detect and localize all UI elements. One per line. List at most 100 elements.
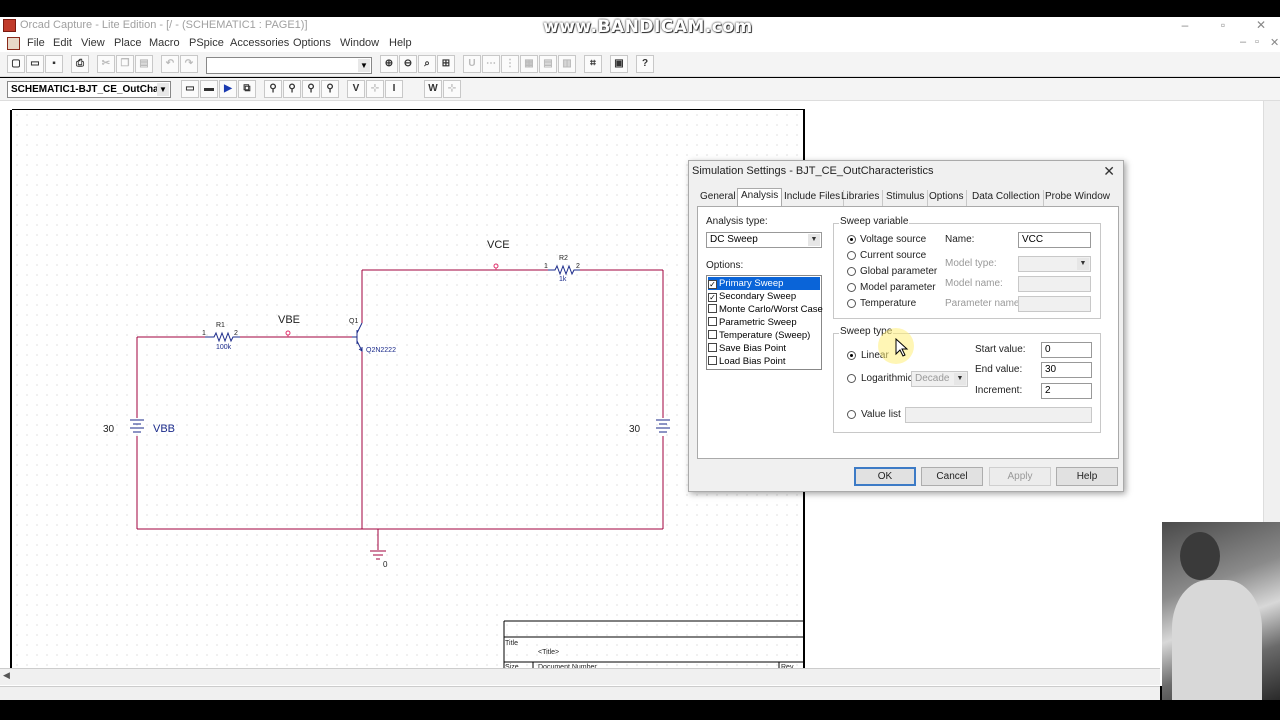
ground-label[interactable]: 0 [383, 560, 388, 569]
dialog-title: Simulation Settings - BJT_CE_OutCharacte… [692, 165, 934, 177]
end-value-label: End value: [975, 364, 1023, 375]
parameter-name-field[interactable] [1018, 296, 1091, 312]
checkbox-icon[interactable] [708, 304, 717, 313]
end-value-field[interactable]: 30 [1041, 362, 1092, 378]
net-marker[interactable] [493, 263, 499, 269]
chevron-down-icon[interactable]: ▼ [1077, 258, 1089, 270]
value-list-label[interactable]: Value list [861, 409, 901, 420]
net-marker[interactable] [285, 330, 291, 336]
title-block-title-label: Title [505, 640, 518, 647]
radio-voltage-source[interactable] [847, 235, 856, 244]
checkbox-icon[interactable] [708, 343, 717, 352]
chevron-down-icon[interactable]: ▼ [954, 373, 966, 385]
apply-button[interactable]: Apply [989, 467, 1051, 486]
start-value-label: Start value: [975, 344, 1026, 355]
maximize-icon[interactable]: ▫ [1206, 17, 1240, 35]
radio-logarithmic[interactable] [847, 374, 856, 383]
webcam-overlay [1162, 522, 1280, 700]
tab-libraries[interactable]: Libraries [838, 190, 884, 206]
source-value-vcc[interactable]: 30 [629, 424, 641, 435]
mdi-minimize-icon[interactable]: – [1240, 36, 1246, 48]
option-load-bias-point[interactable]: Load Bias Point [708, 355, 820, 368]
source-name-vbb[interactable]: VBB [153, 423, 175, 435]
radio-value-list[interactable] [847, 410, 856, 419]
model-name-label: Model name: [945, 278, 1003, 289]
value-r1[interactable]: 100k [216, 344, 232, 351]
option-save-bias-point[interactable]: Save Bias Point [708, 342, 820, 355]
minimize-icon[interactable]: – [1168, 17, 1202, 35]
title-block[interactable] [503, 620, 805, 668]
checkbox-checked-icon[interactable]: ✓ [708, 293, 717, 302]
tab-general[interactable]: General [697, 190, 740, 206]
source-value-vbb[interactable]: 30 [103, 424, 115, 435]
tab-analysis[interactable]: Analysis [737, 188, 783, 207]
ref-q1[interactable]: Q1 [349, 318, 358, 325]
checkbox-icon[interactable] [708, 317, 717, 326]
tab-stimulus[interactable]: Stimulus [883, 190, 929, 206]
radio-linear[interactable] [847, 351, 856, 360]
ok-button[interactable]: OK [854, 467, 916, 486]
simulation-settings-dialog: Simulation Settings - BJT_CE_OutCharacte… [688, 160, 1124, 492]
temperature-label[interactable]: Temperature [860, 298, 916, 309]
title-block-title-value[interactable]: <Title> [538, 649, 559, 656]
tab-options[interactable]: Options [926, 190, 968, 206]
analysis-type-select[interactable]: DC Sweep ▼ [706, 232, 822, 248]
analysis-type-value: DC Sweep [710, 234, 758, 245]
radio-model-parameter[interactable] [847, 283, 856, 292]
radio-temperature[interactable] [847, 299, 856, 308]
transistor-q1[interactable] [352, 322, 363, 352]
scroll-left-icon[interactable]: ◀ [3, 670, 10, 681]
pin-label: 1 [544, 263, 548, 270]
close-icon[interactable]: ✕ [1103, 163, 1115, 180]
ref-r1[interactable]: R1 [216, 322, 225, 329]
chevron-down-icon[interactable]: ▼ [808, 234, 820, 246]
battery-vcc[interactable] [656, 419, 670, 433]
name-field[interactable]: VCC [1018, 232, 1091, 248]
model-name-field[interactable] [1018, 276, 1091, 292]
option-secondary-sweep[interactable]: ✓ Secondary Sweep [708, 290, 820, 303]
model-q1[interactable]: Q2N2222 [366, 347, 396, 354]
status-bar [0, 686, 1160, 700]
tab-data-collection[interactable]: Data Collection [969, 190, 1044, 206]
dialog-tabs: General Analysis Include Files Libraries… [697, 188, 1117, 207]
start-value-field[interactable]: 0 [1041, 342, 1092, 358]
radio-global-parameter[interactable] [847, 267, 856, 276]
tab-include-files[interactable]: Include Files [781, 190, 845, 206]
option-monte-carlo[interactable]: Monte Carlo/Worst Case [708, 303, 823, 316]
close-window-icon[interactable]: ✕ [1244, 17, 1278, 35]
model-type-label: Model type: [945, 258, 997, 269]
global-parameter-label[interactable]: Global parameter [860, 266, 937, 277]
battery-vbb[interactable] [130, 419, 144, 433]
net-label-vbe[interactable]: VBE [278, 314, 300, 326]
voltage-source-label[interactable]: Voltage source [860, 234, 926, 245]
cancel-button[interactable]: Cancel [921, 467, 983, 486]
name-label: Name: [945, 234, 975, 245]
value-r2[interactable]: 1k [559, 276, 567, 283]
option-primary-sweep[interactable]: ✓ Primary Sweep [708, 277, 820, 290]
radio-current-source[interactable] [847, 251, 856, 260]
checkbox-icon[interactable] [708, 356, 717, 365]
current-source-label[interactable]: Current source [860, 250, 926, 261]
value-list-field[interactable] [905, 407, 1092, 423]
option-parametric-sweep[interactable]: Parametric Sweep [708, 316, 820, 329]
checkbox-checked-icon[interactable]: ✓ [708, 280, 717, 289]
increment-field[interactable]: 2 [1041, 383, 1092, 399]
net-label-vce[interactable]: VCE [487, 239, 510, 251]
tab-probe-window[interactable]: Probe Window [1042, 190, 1113, 206]
help-button[interactable]: Help [1056, 467, 1118, 486]
ground-symbol[interactable] [370, 550, 386, 560]
pin-label: 2 [234, 330, 238, 337]
log-unit-select[interactable]: Decade ▼ [911, 371, 968, 387]
model-type-select[interactable]: ▼ [1018, 256, 1091, 272]
parameter-name-label: Parameter name: [945, 298, 1023, 309]
checkbox-icon[interactable] [708, 330, 717, 339]
increment-label: Increment: [975, 385, 1023, 396]
ref-r2[interactable]: R2 [559, 255, 568, 262]
model-parameter-label[interactable]: Model parameter [860, 282, 936, 293]
option-temperature-sweep[interactable]: Temperature (Sweep) [708, 329, 820, 342]
analysis-type-label: Analysis type: [706, 216, 768, 227]
logarithmic-label[interactable]: Logarithmic [861, 373, 913, 384]
mdi-restore-icon[interactable]: ▫ [1255, 36, 1259, 48]
mdi-close-icon[interactable]: ✕ [1270, 36, 1279, 49]
horizontal-scrollbar[interactable]: ◀ [0, 668, 1160, 685]
